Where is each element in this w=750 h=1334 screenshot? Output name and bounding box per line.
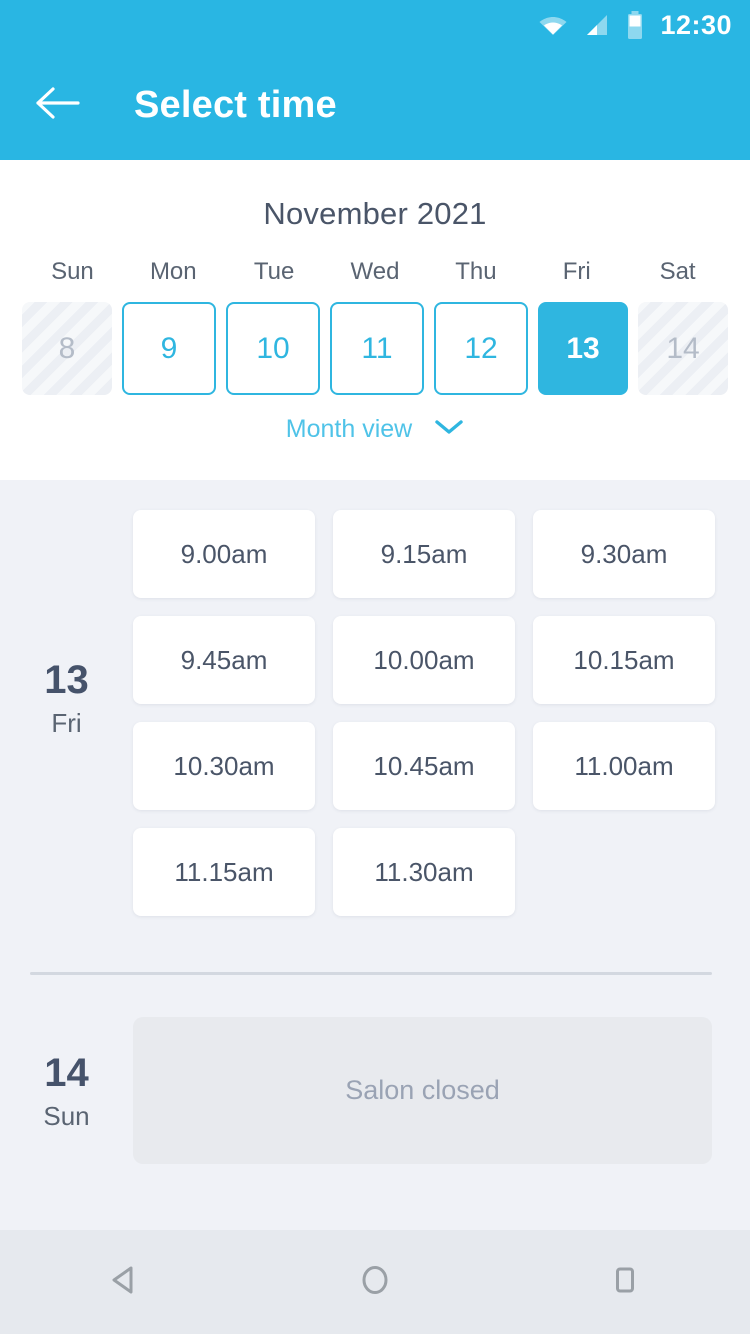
- schedule-day-13: 13 Fri 9.00am 9.15am 9.30am 9.45am 10.00…: [0, 480, 750, 916]
- triangle-back-icon: [106, 1261, 144, 1304]
- battery-icon: [626, 11, 644, 39]
- calendar-day-8: 8: [22, 302, 112, 395]
- weekday-header: Wed: [350, 258, 400, 285]
- status-bar-clock: 12:30: [660, 9, 732, 40]
- nav-home-button[interactable]: [250, 1230, 500, 1334]
- time-slot[interactable]: 9.00am: [133, 510, 315, 598]
- arrow-left-icon: [36, 85, 80, 126]
- day-strip: 8 9 10 11 12 13 14: [0, 302, 750, 395]
- time-slot[interactable]: 10.00am: [333, 616, 515, 704]
- schedule-day-14: 14 Sun Salon closed: [0, 1017, 750, 1164]
- schedule-day-name: Fri: [51, 708, 82, 738]
- weekday-header: Mon: [149, 258, 197, 285]
- time-slot[interactable]: 9.30am: [533, 510, 715, 598]
- back-button[interactable]: [22, 69, 94, 141]
- chevron-down-icon: [434, 418, 464, 441]
- calendar-day-9[interactable]: 9: [122, 302, 216, 395]
- calendar-day-12[interactable]: 12: [434, 302, 528, 395]
- weekday-header: Thu: [455, 258, 497, 285]
- schedule-day-number: 13: [44, 658, 89, 702]
- time-slot[interactable]: 11.00am: [533, 722, 715, 810]
- time-slot[interactable]: 11.30am: [333, 828, 515, 916]
- nav-back-button[interactable]: [0, 1230, 250, 1334]
- time-slot[interactable]: 9.45am: [133, 616, 315, 704]
- circle-home-icon: [356, 1261, 394, 1304]
- salon-closed-banner: Salon closed: [133, 1017, 712, 1164]
- time-slot[interactable]: 10.15am: [533, 616, 715, 704]
- calendar-panel: November 2021 Sun Mon Tue Wed Thu Fri Sa…: [0, 160, 750, 480]
- month-view-label: Month view: [285, 415, 413, 443]
- time-slot-grid: 9.00am 9.15am 9.30am 9.45am 10.00am 10.1…: [133, 480, 750, 916]
- page-title: Select time: [134, 83, 337, 126]
- time-slot[interactable]: 11.15am: [133, 828, 315, 916]
- section-divider: [30, 972, 712, 975]
- month-view-toggle[interactable]: Month view: [0, 415, 750, 444]
- app-bar: Select time: [0, 50, 750, 160]
- time-slot[interactable]: 10.45am: [333, 722, 515, 810]
- calendar-day-14: 14: [638, 302, 728, 395]
- weekday-header: Sat: [659, 258, 696, 285]
- schedule-day-label: 14 Sun: [0, 1053, 133, 1129]
- status-bar: 12:30: [0, 0, 750, 50]
- schedule-day-number: 14: [44, 1050, 89, 1095]
- signal-icon: [584, 13, 610, 37]
- phone-screen: 12:30 Select time November 2021 Sun Mon …: [0, 0, 750, 1334]
- calendar-day-11[interactable]: 11: [330, 302, 424, 395]
- nav-recents-button[interactable]: [500, 1230, 750, 1334]
- schedule-day-name: Sun: [43, 1100, 90, 1131]
- wifi-icon: [538, 13, 568, 37]
- weekday-header: Fri: [562, 258, 591, 285]
- time-slot[interactable]: 9.15am: [333, 510, 515, 598]
- square-recents-icon: [606, 1261, 644, 1304]
- weekday-header: Sun: [51, 258, 94, 285]
- calendar-day-10[interactable]: 10: [226, 302, 320, 395]
- weekday-header: Tue: [253, 258, 295, 285]
- schedule-area: 13 Fri 9.00am 9.15am 9.30am 9.45am 10.00…: [0, 480, 750, 1230]
- weekday-header-row: Sun Mon Tue Wed Thu Fri Sat: [0, 258, 750, 286]
- calendar-month-title: November 2021: [263, 196, 487, 231]
- calendar-day-13[interactable]: 13: [538, 302, 628, 395]
- android-nav-bar: [0, 1230, 750, 1334]
- schedule-day-label: 13 Fri: [0, 480, 133, 916]
- time-slot[interactable]: 10.30am: [133, 722, 315, 810]
